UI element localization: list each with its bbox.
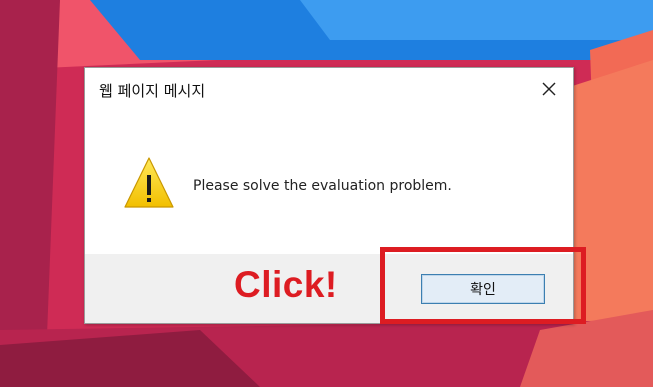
dialog-title-bar: 웹 페이지 메시지 bbox=[85, 68, 573, 110]
warning-icon bbox=[124, 157, 174, 208]
click-annotation-label: Click! bbox=[234, 264, 338, 305]
desktop-background: 웹 페이지 메시지 Please solve the evaluation pr… bbox=[0, 0, 653, 387]
close-button[interactable] bbox=[533, 74, 565, 104]
dialog-title: 웹 페이지 메시지 bbox=[99, 82, 206, 100]
highlight-box bbox=[380, 247, 586, 324]
dialog-message: Please solve the evaluation problem. bbox=[193, 178, 452, 194]
close-icon bbox=[542, 82, 556, 96]
